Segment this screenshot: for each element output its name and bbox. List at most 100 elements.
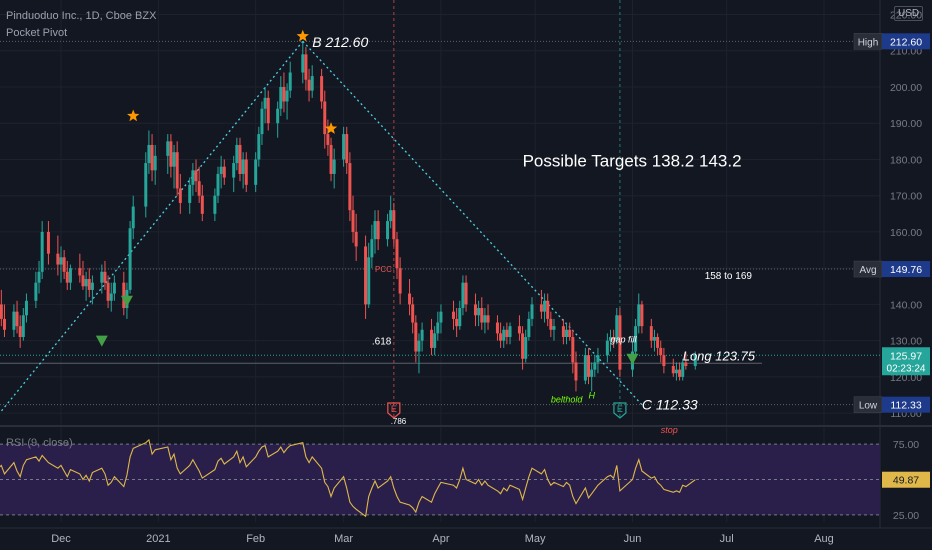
candle — [112, 282, 116, 294]
symbol-title: Pinduoduo Inc., 1D, Cboe BZX — [6, 10, 157, 22]
candle — [414, 322, 418, 352]
x-tick-label: May — [525, 533, 546, 545]
candle — [546, 300, 550, 319]
x-tick-label: Aug — [814, 533, 834, 545]
candle — [103, 271, 107, 283]
candle — [430, 329, 434, 348]
candle — [530, 304, 534, 319]
candle — [263, 97, 267, 109]
candle — [260, 108, 264, 135]
candle — [354, 231, 358, 247]
candle — [674, 369, 678, 374]
candle — [486, 315, 490, 323]
candle — [398, 268, 402, 294]
candle — [232, 163, 236, 178]
candle — [18, 326, 22, 338]
candle — [408, 293, 412, 305]
candle — [326, 134, 330, 145]
price-tag-label: Avg — [859, 265, 876, 276]
candle — [282, 86, 286, 102]
candle — [373, 221, 377, 240]
annotation-label: belthold — [551, 394, 584, 404]
y-tick-label: 190.00 — [890, 118, 922, 130]
candle — [342, 134, 346, 160]
candle — [106, 282, 110, 301]
candle — [483, 315, 487, 323]
candle — [254, 159, 258, 185]
candle — [386, 221, 390, 240]
candle — [178, 188, 182, 203]
annotation-label: gap fill — [611, 334, 638, 344]
annotation-label: B 212.60 — [312, 34, 368, 50]
annotation-label: C 112.33 — [642, 397, 698, 413]
candle — [480, 308, 484, 323]
candle — [477, 308, 481, 316]
candle — [2, 318, 6, 330]
y-tick-label: 200.00 — [890, 82, 922, 94]
price-label-value: 212.60 — [890, 36, 922, 48]
candle — [84, 279, 88, 287]
candle — [656, 337, 660, 348]
candle — [364, 246, 368, 305]
candle — [24, 300, 28, 316]
candle — [605, 340, 609, 356]
rsi-legend: RSI (9, close) — [6, 437, 73, 449]
candle — [583, 355, 587, 381]
candle — [652, 337, 656, 341]
candle — [12, 311, 16, 330]
candle — [194, 170, 198, 182]
countdown-label: 02:23:24 — [887, 363, 926, 374]
candle — [552, 326, 556, 330]
candle — [200, 195, 204, 214]
candle — [596, 355, 600, 363]
candle — [561, 326, 565, 338]
price-label-value: 125.97 — [890, 350, 922, 362]
indicator-label: Pocket Pivot — [6, 27, 68, 39]
candle — [671, 366, 675, 374]
currency-label[interactable]: USD — [894, 6, 924, 21]
candle — [144, 163, 148, 207]
candle — [590, 369, 594, 377]
candle — [389, 210, 393, 222]
candle — [455, 318, 459, 327]
x-tick-label: Apr — [432, 533, 449, 545]
earnings-label: E — [391, 404, 397, 414]
candle — [593, 362, 597, 370]
candle — [197, 181, 201, 196]
candle — [37, 271, 41, 283]
price-tag-label: Low — [859, 401, 878, 412]
candle — [367, 257, 371, 305]
candle — [678, 369, 682, 377]
candle — [21, 315, 25, 338]
candle — [543, 300, 547, 312]
x-tick-label: 2021 — [146, 533, 170, 545]
annotation-label: 158 to 169 — [705, 271, 753, 282]
candle — [649, 326, 653, 341]
annotation-label: H — [589, 391, 596, 401]
x-tick-label: Dec — [51, 533, 71, 545]
candle — [172, 152, 176, 167]
candle — [46, 231, 50, 254]
candle — [235, 144, 239, 164]
y-tick-label: 170.00 — [890, 191, 922, 203]
candle — [122, 282, 126, 309]
chart-legend[interactable]: Pinduoduo Inc., 1D, Cboe BZX Pocket Pivo… — [6, 8, 156, 42]
candle — [452, 311, 455, 319]
candle — [166, 141, 170, 156]
candle — [62, 257, 66, 272]
annotation-label: Possible Targets 138.2 143.2 — [523, 152, 742, 171]
candle — [565, 329, 569, 338]
candle — [681, 362, 685, 377]
candle — [320, 76, 324, 102]
y-tick-label: 160.00 — [890, 227, 922, 239]
annotation-label: Long 123.75 — [683, 349, 756, 364]
candle — [332, 159, 336, 174]
candle — [257, 134, 261, 160]
candle — [90, 282, 94, 290]
candle — [175, 152, 179, 189]
candle — [517, 326, 521, 334]
candle — [169, 141, 173, 167]
annotation-label: stop — [661, 425, 678, 435]
candle — [109, 293, 113, 301]
price-chart[interactable]: 110.00120.00130.00140.00150.00160.00170.… — [0, 0, 932, 550]
